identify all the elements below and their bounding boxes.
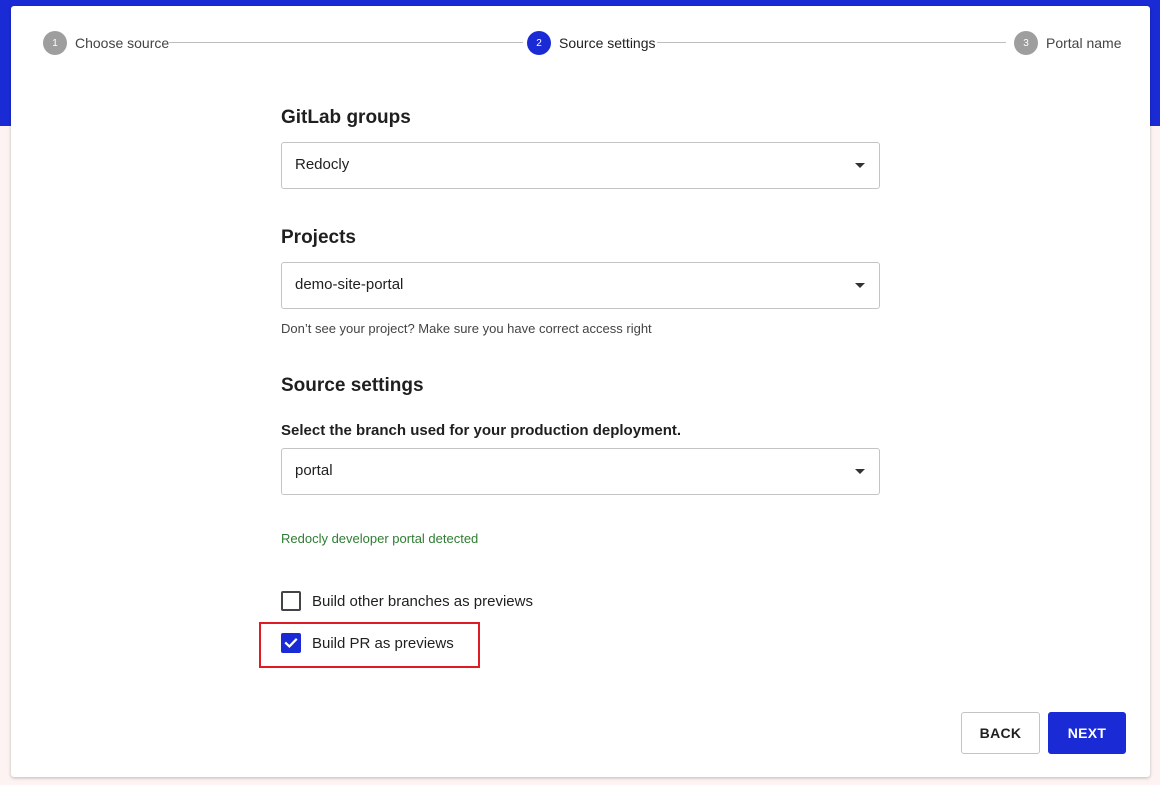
branch-label: Select the branch used for your producti… xyxy=(281,422,682,439)
build-pr-label[interactable]: Build PR as previews xyxy=(312,635,454,652)
wizard-card: 1 Choose source 2 Source settings 3 Port… xyxy=(11,6,1150,777)
back-button[interactable]: BACK xyxy=(961,712,1040,754)
build-branches-option[interactable]: Build other branches as previews xyxy=(281,591,533,611)
projects-select[interactable]: demo-site-portal xyxy=(281,262,880,309)
source-settings-title: Source settings xyxy=(281,375,424,396)
build-branches-label[interactable]: Build other branches as previews xyxy=(312,593,533,610)
build-branches-checkbox[interactable] xyxy=(281,591,301,611)
step-number: 2 xyxy=(527,31,551,55)
branch-select[interactable]: portal xyxy=(281,448,880,495)
caret-down-icon xyxy=(855,163,865,168)
caret-down-icon xyxy=(855,469,865,474)
build-pr-option[interactable]: Build PR as previews xyxy=(281,633,454,653)
next-button[interactable]: NEXT xyxy=(1048,712,1126,754)
build-pr-checkbox[interactable] xyxy=(281,633,301,653)
portal-detected-status: Redocly developer portal detected xyxy=(281,531,479,546)
projects-helper-text: Don’t see your project? Make sure you ha… xyxy=(281,321,652,336)
projects-title: Projects xyxy=(281,227,356,248)
step-number: 1 xyxy=(43,31,67,55)
gitlab-groups-select[interactable]: Redocly xyxy=(281,142,880,189)
step-label: Source settings xyxy=(559,35,656,51)
stepper-connector xyxy=(657,42,1006,43)
step-label: Choose source xyxy=(75,35,170,51)
select-value: Redocly xyxy=(295,156,350,173)
stepper: 1 Choose source 2 Source settings 3 Port… xyxy=(43,31,1121,55)
caret-down-icon xyxy=(855,283,865,288)
gitlab-groups-title: GitLab groups xyxy=(281,107,411,128)
step-portal-name[interactable]: 3 Portal name xyxy=(1014,31,1121,55)
step-label: Portal name xyxy=(1046,35,1122,51)
step-number: 3 xyxy=(1014,31,1038,55)
step-source-settings[interactable]: 2 Source settings xyxy=(527,31,656,55)
select-value: demo-site-portal xyxy=(295,276,404,293)
stepper-connector xyxy=(169,42,523,43)
step-choose-source[interactable]: 1 Choose source xyxy=(43,31,169,55)
checkmark-icon xyxy=(284,638,298,648)
select-value: portal xyxy=(295,462,333,479)
